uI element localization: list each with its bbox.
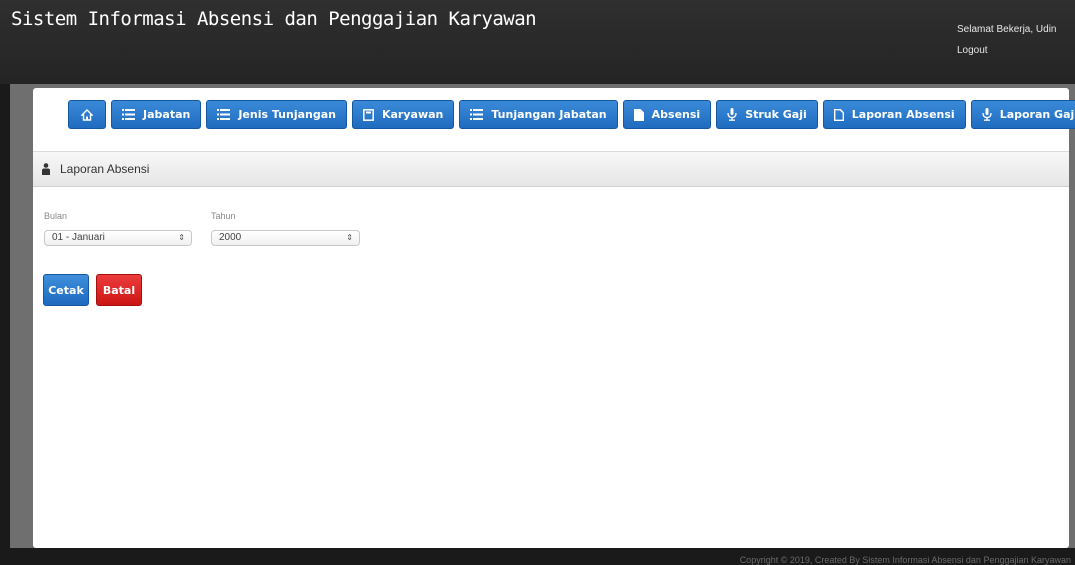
cancel-button[interactable]: Batal bbox=[96, 274, 142, 306]
list-icon bbox=[217, 109, 231, 120]
app-title: Sistem Informasi Absensi dan Penggajian … bbox=[11, 8, 537, 30]
home-icon bbox=[81, 108, 93, 121]
nav-laporan-absensi-button[interactable]: Laporan Absensi bbox=[822, 100, 966, 129]
greeting-text: Selamat Bekerja, Udin bbox=[957, 24, 1057, 35]
logout-link[interactable]: Logout bbox=[957, 40, 1057, 61]
file-outline-icon bbox=[833, 108, 844, 121]
nav-struk-gaji-label: Struk Gaji bbox=[745, 108, 807, 121]
top-bar: Sistem Informasi Absensi dan Penggajian … bbox=[0, 0, 1075, 84]
footer-copyright: Copyright © 2019, Created By Sistem Info… bbox=[739, 555, 1071, 565]
user-icon bbox=[42, 160, 50, 179]
print-button[interactable]: Cetak bbox=[43, 274, 89, 306]
nav-jenis-tunjangan-label: Jenis Tunjangan bbox=[238, 108, 336, 121]
year-select-value: 2000 bbox=[219, 232, 242, 243]
section-title: Laporan Absensi bbox=[60, 162, 150, 176]
select-arrows-icon: ⇕ bbox=[178, 233, 185, 242]
nav-jabatan-label: Jabatan bbox=[143, 108, 191, 121]
nav-jenis-tunjangan-button[interactable]: Jenis Tunjangan bbox=[206, 100, 347, 129]
file-icon bbox=[633, 108, 644, 121]
nav-karyawan-label: Karyawan bbox=[381, 108, 444, 121]
main-nav: Jabatan Jenis Tunjangan Karyawan Tunjang… bbox=[68, 100, 1075, 132]
nav-tunjangan-jabatan-button[interactable]: Tunjangan Jabatan bbox=[459, 100, 618, 129]
nav-jabatan-button[interactable]: Jabatan bbox=[111, 100, 202, 129]
select-arrows-icon: ⇕ bbox=[346, 233, 353, 242]
nav-laporan-gaji-label: Laporan Gaji bbox=[999, 108, 1075, 121]
year-select[interactable]: 2000 ⇕ bbox=[211, 230, 360, 246]
nav-absensi-label: Absensi bbox=[651, 108, 701, 121]
book-icon bbox=[363, 108, 374, 121]
list-icon bbox=[470, 109, 484, 120]
nav-struk-gaji-button[interactable]: Struk Gaji bbox=[716, 100, 818, 129]
month-select[interactable]: 01 - Januari ⇕ bbox=[44, 230, 192, 246]
user-area: Selamat Bekerja, Udin Logout bbox=[957, 19, 1057, 61]
microphone-icon bbox=[982, 108, 992, 121]
list-icon bbox=[122, 109, 135, 120]
microphone-icon bbox=[727, 108, 737, 121]
nav-tunjangan-jabatan-label: Tunjangan Jabatan bbox=[491, 108, 607, 121]
nav-home-button[interactable] bbox=[68, 100, 106, 129]
nav-absensi-button[interactable]: Absensi bbox=[622, 100, 712, 129]
nav-karyawan-button[interactable]: Karyawan bbox=[351, 100, 455, 129]
month-select-value: 01 - Januari bbox=[52, 232, 105, 243]
nav-laporan-absensi-label: Laporan Absensi bbox=[851, 108, 955, 121]
year-label: Tahun bbox=[211, 211, 236, 221]
month-label: Bulan bbox=[44, 211, 68, 221]
section-header: Laporan Absensi bbox=[33, 151, 1069, 187]
nav-laporan-gaji-button[interactable]: Laporan Gaji bbox=[970, 100, 1075, 129]
main-card: Jabatan Jenis Tunjangan Karyawan Tunjang… bbox=[33, 88, 1075, 548]
